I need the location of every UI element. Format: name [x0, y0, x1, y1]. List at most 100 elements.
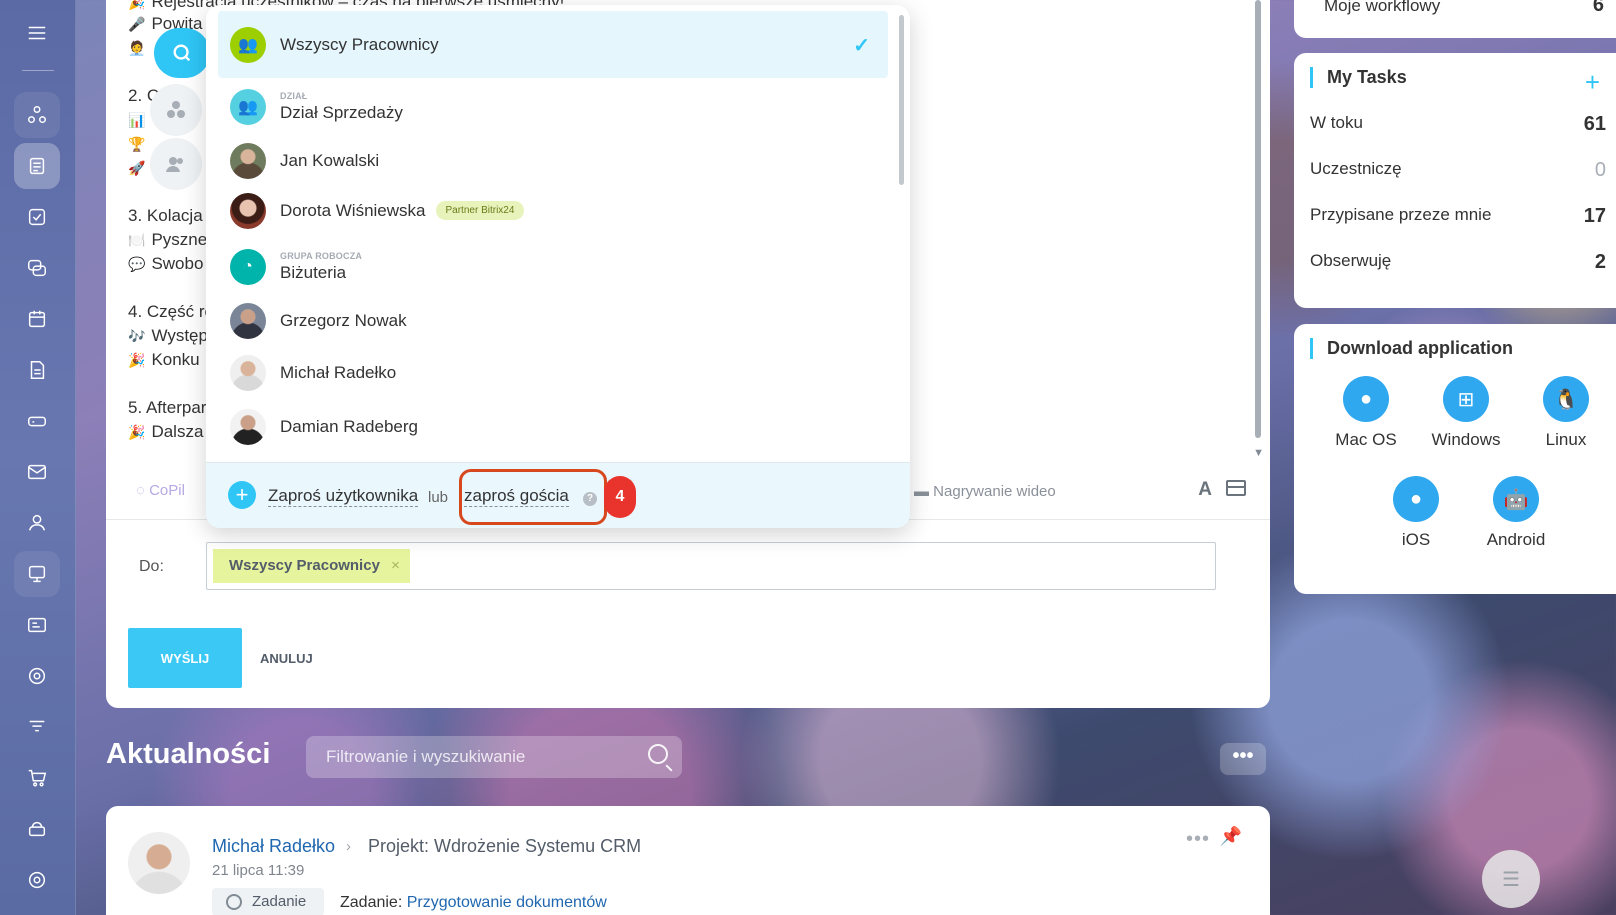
calendar-icon[interactable]	[14, 296, 60, 342]
panel-toggle-icon[interactable]	[1226, 480, 1246, 496]
documents-icon[interactable]	[14, 347, 60, 393]
download-windows-button[interactable]: ⊞ Windows	[1418, 376, 1514, 450]
app-label: Android	[1486, 530, 1546, 549]
invite-user-link[interactable]: Zaproś użytkownika	[268, 486, 419, 507]
text-format-button[interactable]: A	[1198, 479, 1212, 501]
card-icon[interactable]	[14, 602, 60, 648]
workflows-count: 6	[1592, 0, 1604, 16]
recipient-chip[interactable]: Wszyscy Pracownicy ×	[213, 549, 410, 583]
guest-invite-highlight	[459, 469, 607, 525]
recipients-field[interactable]: Wszyscy Pracownicy ×	[206, 542, 1216, 590]
cart-icon[interactable]	[14, 755, 60, 801]
post-destination[interactable]: Projekt: Wdrożenie Systemu CRM	[368, 836, 641, 857]
download-mac-os-button[interactable]: ● Mac OS	[1318, 376, 1414, 450]
remove-recipient-icon[interactable]: ×	[391, 549, 400, 583]
emoji-icon: 🏆	[128, 136, 146, 152]
message-line: 🎉 Dalsza	[128, 422, 203, 442]
task-counter-row[interactable]: Przypisane przeze mnie 17	[1310, 205, 1606, 228]
scroll-down-icon[interactable]: ▼	[1253, 447, 1264, 459]
add-user-icon[interactable]: +	[228, 481, 256, 509]
drive-icon[interactable]	[14, 398, 60, 444]
target-icon[interactable]	[14, 653, 60, 699]
download-ios-button[interactable]: ● iOS	[1368, 476, 1464, 550]
task-counter-row[interactable]: Uczestniczę 0	[1310, 159, 1606, 182]
task-counter-label: W toku	[1310, 113, 1363, 132]
search-icon[interactable]	[648, 744, 668, 764]
post-task-link[interactable]: Przygotowanie dokumentów	[407, 894, 607, 911]
recipient-text: Jan Kowalski	[280, 151, 379, 171]
crm-icon[interactable]	[14, 551, 60, 597]
recipient-name: Wszyscy Pracownicy	[280, 34, 439, 54]
group-icon: 👥	[230, 26, 266, 63]
task-counter-row[interactable]: W toku 61	[1310, 113, 1606, 136]
tasks-icon[interactable]	[14, 194, 60, 240]
recipient-name: Grzegorz Nowak	[280, 310, 407, 330]
emoji-icon: 🍽️	[128, 232, 146, 248]
app-label: Windows	[1431, 430, 1501, 449]
emoji-icon: 🎉	[128, 352, 146, 368]
my-tasks-title: My Tasks	[1310, 67, 1407, 88]
post-task: Zadanie: Przygotowanie dokumentów	[340, 894, 607, 912]
chevron-right-icon: ›	[346, 838, 351, 855]
message-line: 3. Kolacja	[128, 206, 203, 226]
mail-icon[interactable]	[14, 449, 60, 495]
recipient-name: Jan Kowalski	[280, 150, 380, 170]
avatar[interactable]	[128, 832, 190, 894]
users-action-button[interactable]	[150, 138, 202, 190]
message-line: 🎶 Występ	[128, 326, 208, 346]
download-linux-button[interactable]: 🐧 Linux	[1518, 376, 1614, 450]
menu-icon[interactable]	[14, 10, 60, 56]
message-line-text: Konku	[151, 350, 200, 369]
feed-search-input[interactable]: Filtrowanie i wyszukiwanie	[306, 736, 682, 778]
chat-icon[interactable]	[14, 245, 60, 291]
task-counter-row[interactable]: Obserwuję 2	[1310, 251, 1606, 274]
avatar	[230, 302, 266, 339]
feed-post: Michał Radełko › Projekt: Wdrożenie Syst…	[106, 806, 1270, 915]
list-icon[interactable]: ☰	[1482, 850, 1540, 908]
message-line: 4. Część ro	[128, 302, 214, 322]
post-menu-button[interactable]: •••	[1186, 828, 1210, 851]
recipient-option[interactable]: 👥 Wszyscy Pracownicy ✓	[218, 11, 888, 78]
filter-icon[interactable]	[14, 704, 60, 750]
emoji-icon: 🧑‍💼	[128, 40, 146, 56]
message-line-text: 3. Kolacja	[128, 206, 203, 225]
message-line-text: Swobo	[151, 254, 204, 273]
message-line: 🚀	[128, 158, 151, 178]
avatar	[230, 408, 266, 445]
send-button[interactable]: WYŚLIJ	[128, 628, 242, 688]
workflows-label: Moje workflowy	[1324, 0, 1441, 15]
message-line: 5. Afterpar	[128, 398, 206, 418]
copilot-label: CoPil	[149, 482, 185, 499]
groups-action-button[interactable]	[150, 84, 202, 136]
contacts-icon[interactable]	[14, 500, 60, 546]
pin-icon[interactable]: 📌	[1220, 826, 1242, 847]
add-task-button[interactable]: +	[1585, 67, 1600, 98]
groups-icon	[167, 101, 185, 118]
settings-icon[interactable]	[14, 857, 60, 903]
recipient-name: Dorota Wiśniewska	[280, 200, 426, 220]
recipient-chip-label: Wszyscy Pracownicy	[229, 557, 380, 574]
sidebar-divider	[22, 70, 54, 71]
recipient-text: Damian Radeberg	[280, 417, 418, 437]
video-record-button[interactable]: ▬ Nagrywanie wideo	[914, 483, 1056, 500]
post-author-link[interactable]: Michał Radełko	[212, 836, 335, 857]
task-counter-value: 2	[1594, 251, 1606, 273]
feed-icon[interactable]	[14, 143, 60, 189]
download-android-button[interactable]: 🤖 Android	[1468, 476, 1564, 550]
workflows-widget[interactable]: Moje workflowy 6	[1294, 0, 1616, 38]
download-app-title: Download application	[1310, 338, 1513, 359]
composer-scrollbar[interactable]	[1255, 0, 1261, 438]
task-counter-value: 17	[1583, 205, 1606, 227]
automation-icon[interactable]	[14, 92, 60, 138]
storage-icon[interactable]	[14, 806, 60, 852]
cancel-button[interactable]: ANULUJ	[248, 628, 325, 688]
popup-scrollbar[interactable]	[899, 15, 904, 185]
search-action-button[interactable]	[154, 28, 210, 78]
copilot-button[interactable]: ◌ CoPil	[136, 482, 185, 499]
linux-icon: 🐧	[1543, 376, 1589, 422]
windows-icon: ⊞	[1443, 376, 1489, 422]
message-line: 💬 Swobo	[128, 254, 203, 274]
app-label: Linux	[1545, 430, 1587, 449]
recipient-option[interactable]: Damian Radeberg	[218, 393, 888, 460]
feed-more-button[interactable]: •••	[1220, 743, 1266, 775]
